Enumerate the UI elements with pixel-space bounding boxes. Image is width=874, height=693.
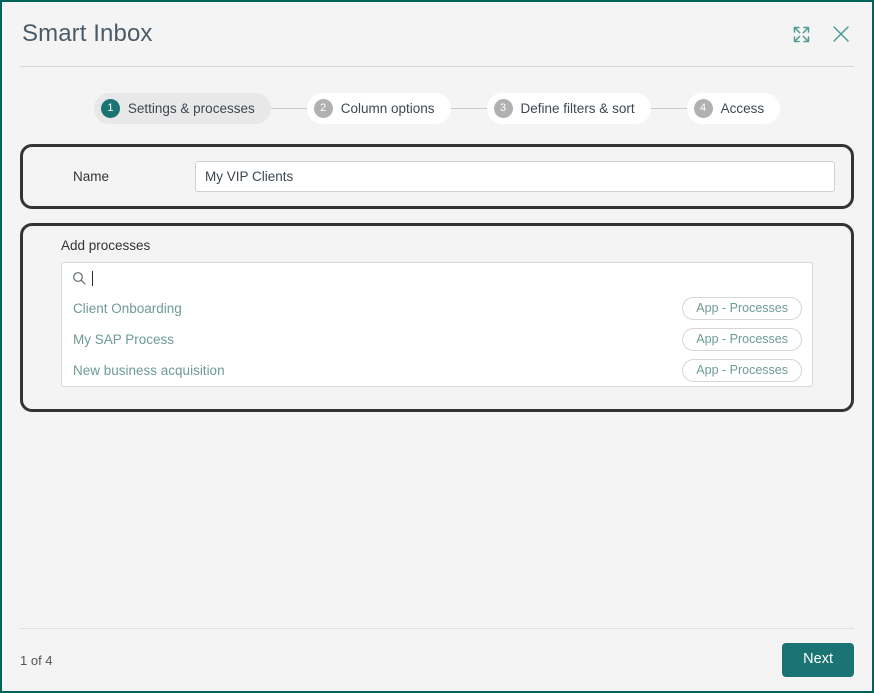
dialog-body: Name Add processes (2, 144, 872, 628)
name-row: Name (39, 161, 835, 192)
next-button[interactable]: Next (782, 643, 854, 677)
step-number: 4 (693, 99, 713, 118)
process-search-row[interactable] (62, 263, 812, 293)
list-item[interactable]: My SAP Process App - Processes (62, 324, 812, 355)
step-label: Settings & processes (127, 101, 255, 116)
step-label: Access (720, 101, 765, 116)
dialog-footer: 1 of 4 Next (2, 629, 872, 691)
step-label: Column options (340, 101, 435, 116)
name-section: Name (20, 144, 854, 209)
page-title: Smart Inbox (22, 20, 153, 47)
process-name: Client Onboarding (73, 301, 182, 316)
processes-panel: Client Onboarding App - Processes My SAP… (61, 262, 813, 387)
dialog-header: Smart Inbox (2, 2, 872, 66)
name-label: Name (73, 169, 110, 184)
step-access[interactable]: 4 Access (686, 93, 781, 124)
step-connector (450, 108, 487, 109)
wizard-stepper: 1 Settings & processes 2 Column options … (2, 67, 872, 144)
page-indicator: 1 of 4 (20, 652, 53, 668)
name-input[interactable] (195, 161, 835, 192)
step-number: 3 (493, 99, 513, 118)
process-source-badge: App - Processes (682, 328, 802, 351)
process-source-badge: App - Processes (682, 297, 802, 320)
step-connector (650, 108, 687, 109)
list-item[interactable]: Client Onboarding App - Processes (62, 293, 812, 324)
step-settings-and-processes[interactable]: 1 Settings & processes (93, 93, 271, 124)
process-list: Client Onboarding App - Processes My SAP… (62, 293, 812, 386)
process-name: New business acquisition (73, 363, 225, 378)
search-icon (72, 271, 86, 285)
step-connector (270, 108, 307, 109)
text-cursor (92, 270, 93, 286)
step-define-filters-and-sort[interactable]: 3 Define filters & sort (486, 93, 651, 124)
expand-icon[interactable] (788, 21, 814, 47)
step-label: Define filters & sort (520, 101, 635, 116)
step-number: 1 (100, 99, 120, 118)
list-item[interactable]: New business acquisition App - Processes (62, 355, 812, 386)
step-number: 2 (313, 99, 333, 118)
add-processes-section: Add processes Client Onboarding App - Pr… (20, 223, 854, 412)
close-icon[interactable] (828, 21, 854, 47)
process-name: My SAP Process (73, 332, 175, 347)
step-column-options[interactable]: 2 Column options (306, 93, 451, 124)
header-actions (788, 21, 854, 47)
add-processes-label: Add processes (61, 238, 151, 253)
process-search-input[interactable] (99, 263, 802, 293)
process-source-badge: App - Processes (682, 359, 802, 382)
smart-inbox-dialog: Smart Inbox 1 Settings & processes 2 Col… (0, 0, 874, 693)
